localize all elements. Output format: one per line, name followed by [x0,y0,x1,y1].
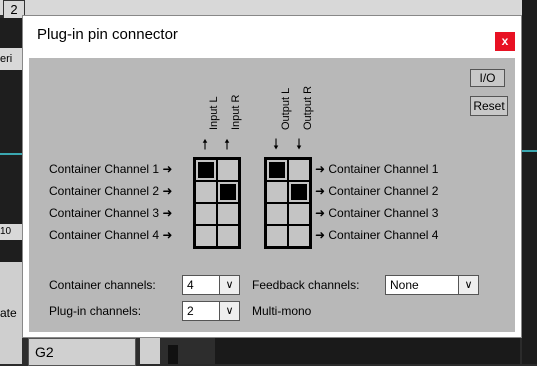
pin-cell[interactable] [195,181,217,203]
output-l-label: Output L [280,87,292,130]
pin-cell[interactable] [266,181,288,203]
feedback-channels-label: Feedback channels: [252,278,360,292]
background-left-text: eri [0,48,22,70]
input-channel-label: Container Channel 2 ➜ [49,184,173,198]
multi-mono-label: Multi-mono [252,304,312,318]
background-teal-line-right [520,150,537,152]
background-bottom-block [140,338,160,364]
input-pin-matrix [193,157,241,249]
container-channels-select[interactable]: 4 ∨ [182,275,240,295]
background-bottom-block-dark [168,345,178,364]
chevron-down-icon: ∨ [219,276,239,294]
dialog-client-area: I/O Reset Input L Input R Output L Outpu… [29,58,515,332]
output-channel-label: ➜ Container Channel 3 [315,206,439,220]
input-channel-label: Container Channel 1 ➜ [49,162,173,176]
pin-cell[interactable] [266,203,288,225]
chevron-down-icon: ∨ [458,276,478,294]
io-button[interactable]: I/O [470,69,505,87]
background-left-fragment: ate [0,306,17,320]
up-arrow-icon: 🠕 [224,136,231,152]
up-arrow-icon: 🠕 [202,136,209,152]
input-r-label: Input R [230,94,242,130]
pin-cell[interactable] [288,159,310,181]
pin-cell[interactable] [195,225,217,247]
input-channel-label: Container Channel 3 ➜ [49,206,173,220]
pin-cell[interactable] [217,159,239,181]
pin-cell[interactable] [266,159,288,181]
reset-button[interactable]: Reset [470,96,508,116]
pin-cell[interactable] [217,181,239,203]
chevron-down-icon: ∨ [219,302,239,320]
pin-cell[interactable] [288,203,310,225]
background-bottom-cell[interactable]: G2 [28,338,136,366]
down-arrow-icon: 🠗 [296,136,303,152]
down-arrow-icon: 🠗 [273,136,280,152]
pin-connector-dialog: Plug-in pin connector x I/O Reset Input … [22,15,522,338]
pin-cell[interactable] [288,181,310,203]
plugin-channels-select[interactable]: 2 ∨ [182,301,240,321]
pin-cell[interactable] [217,225,239,247]
pin-cell[interactable] [288,225,310,247]
feedback-channels-select[interactable]: None ∨ [385,275,479,295]
background-toolbar [0,0,537,15]
output-r-label: Output R [302,85,314,130]
container-channels-label: Container channels: [49,278,156,292]
background-bottom-area [215,338,520,364]
background-right-panel [522,0,537,364]
background-teal-line [0,153,22,155]
input-channel-label: Container Channel 4 ➜ [49,228,173,242]
title-bar[interactable]: Plug-in pin connector x [23,16,521,56]
background-left-number: 10 [0,224,22,240]
close-button[interactable]: x [495,32,515,51]
input-l-label: Input L [208,96,220,130]
pin-cell[interactable] [266,225,288,247]
output-pin-matrix [264,157,312,249]
pin-cell[interactable] [217,203,239,225]
output-channel-label: ➜ Container Channel 2 [315,184,439,198]
output-channel-label: ➜ Container Channel 1 [315,162,439,176]
dialog-title: Plug-in pin connector [37,26,178,43]
output-channel-label: ➜ Container Channel 4 [315,228,439,242]
pin-cell[interactable] [195,159,217,181]
pin-cell[interactable] [195,203,217,225]
plugin-channels-label: Plug-in channels: [49,304,142,318]
